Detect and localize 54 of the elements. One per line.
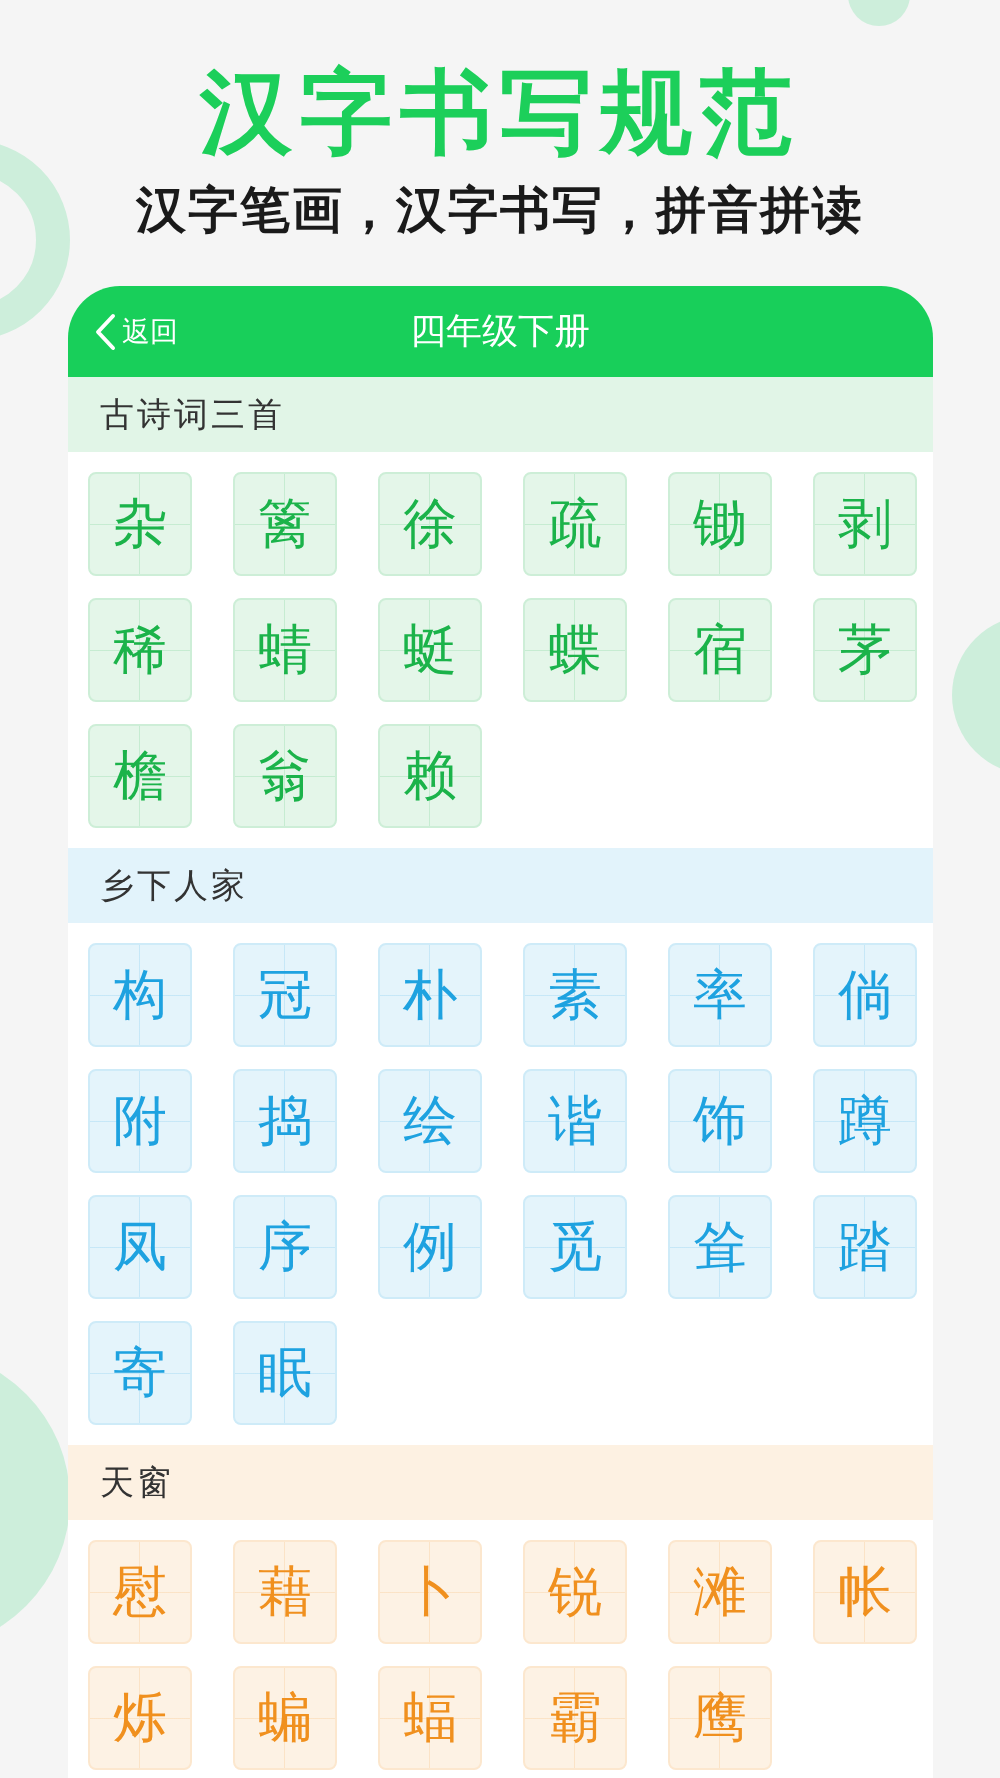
character-tile[interactable]: 蝠 [377,1666,482,1771]
character-tile[interactable]: 慰 [87,1540,192,1645]
character-tile[interactable]: 稀 [87,598,192,703]
section-title: 乡下人家 [99,863,248,907]
character-tile[interactable]: 卜 [377,1540,482,1645]
character-tile[interactable]: 帐 [812,1540,917,1645]
character-tile[interactable]: 烁 [87,1666,192,1771]
character-tile[interactable]: 饰 [667,1069,772,1174]
character-tile[interactable]: 杂 [87,472,192,577]
character-tile[interactable]: 蝙 [232,1666,337,1771]
headline: 汉字书写规范 [200,62,800,164]
character-tile[interactable]: 篱 [232,472,337,577]
character-tile[interactable]: 蹲 [812,1069,917,1174]
character-tile[interactable]: 翁 [232,724,337,829]
character-tile[interactable]: 赖 [377,724,482,829]
character-tile[interactable]: 觅 [522,1195,627,1300]
character-tile[interactable]: 率 [667,943,772,1048]
character-tile[interactable]: 绘 [377,1069,482,1174]
character-tile[interactable]: 茅 [812,598,917,703]
character-tile[interactable]: 蝶 [522,598,627,703]
character-tile[interactable]: 蜻 [232,598,337,703]
character-tile[interactable]: 霸 [522,1666,627,1771]
character-tile[interactable]: 鹰 [667,1666,772,1771]
character-tile[interactable]: 构 [87,943,192,1048]
section-title: 古诗词三首 [99,392,285,436]
character-tile[interactable]: 疏 [522,472,627,577]
character-tile[interactable]: 滩 [667,1540,772,1645]
screen-title: 四年级下册 [410,309,590,354]
character-tile[interactable]: 附 [87,1069,192,1174]
character-tile[interactable]: 序 [232,1195,337,1300]
character-tile[interactable]: 素 [522,943,627,1048]
character-tile[interactable]: 剥 [812,472,917,577]
character-tile[interactable]: 耸 [667,1195,772,1300]
character-tile[interactable]: 例 [377,1195,482,1300]
character-tile[interactable]: 凤 [87,1195,192,1300]
section-title: 天窗 [99,1460,174,1504]
subheadline: 汉字笔画，汉字书写，拼音拼读 [136,180,864,242]
character-tile[interactable]: 藉 [232,1540,337,1645]
character-tile[interactable]: 蜓 [377,598,482,703]
character-tile[interactable]: 倘 [812,943,917,1048]
character-tile[interactable]: 锄 [667,472,772,577]
character-tile[interactable]: 寄 [87,1321,192,1426]
character-tile[interactable]: 谐 [522,1069,627,1174]
back-icon [93,312,116,351]
character-tile[interactable]: 宿 [667,598,772,703]
character-tile[interactable]: 朴 [377,943,482,1048]
character-tile[interactable]: 檐 [87,724,192,829]
character-tile[interactable]: 锐 [522,1540,627,1645]
character-tile[interactable]: 眠 [232,1321,337,1426]
character-tile[interactable]: 踏 [812,1195,917,1300]
character-tile[interactable]: 捣 [232,1069,337,1174]
back-button[interactable]: 返回 [89,308,182,355]
character-tile[interactable]: 徐 [377,472,482,577]
character-tile[interactable]: 冠 [232,943,337,1048]
